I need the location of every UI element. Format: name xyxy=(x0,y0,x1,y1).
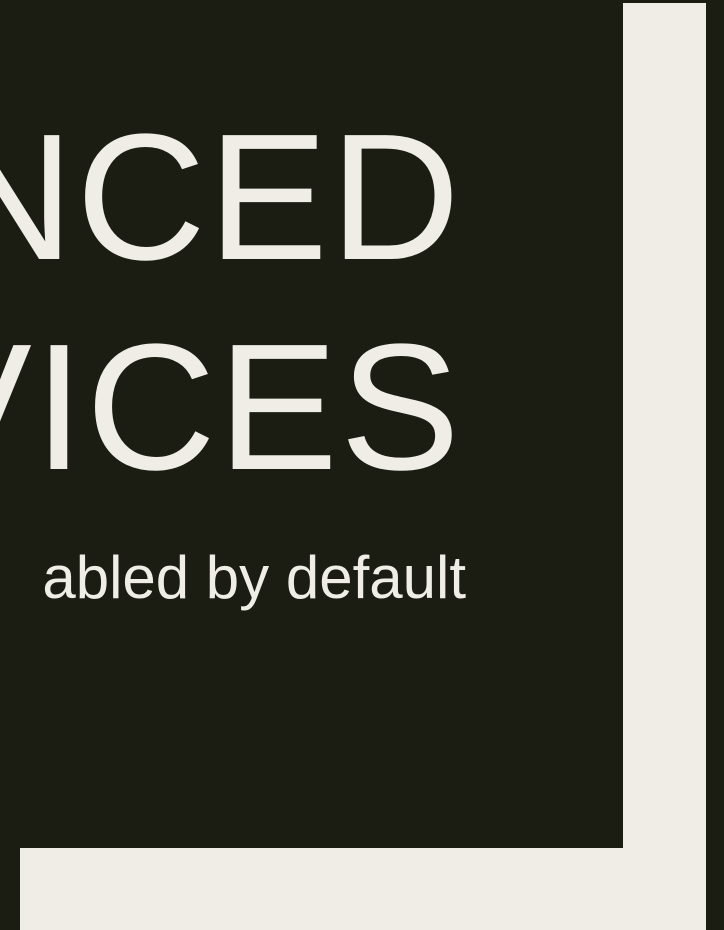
slide-title-line-1: NCED xyxy=(0,97,462,298)
slide-title-line-2: VICES xyxy=(0,307,462,508)
frame-bottom-bar xyxy=(20,848,706,930)
slide-subtitle: abled by default xyxy=(42,544,466,611)
frame-right-bar xyxy=(623,3,706,930)
slide: NCED VICES abled by default xyxy=(0,0,724,930)
slide-edge xyxy=(706,0,724,930)
